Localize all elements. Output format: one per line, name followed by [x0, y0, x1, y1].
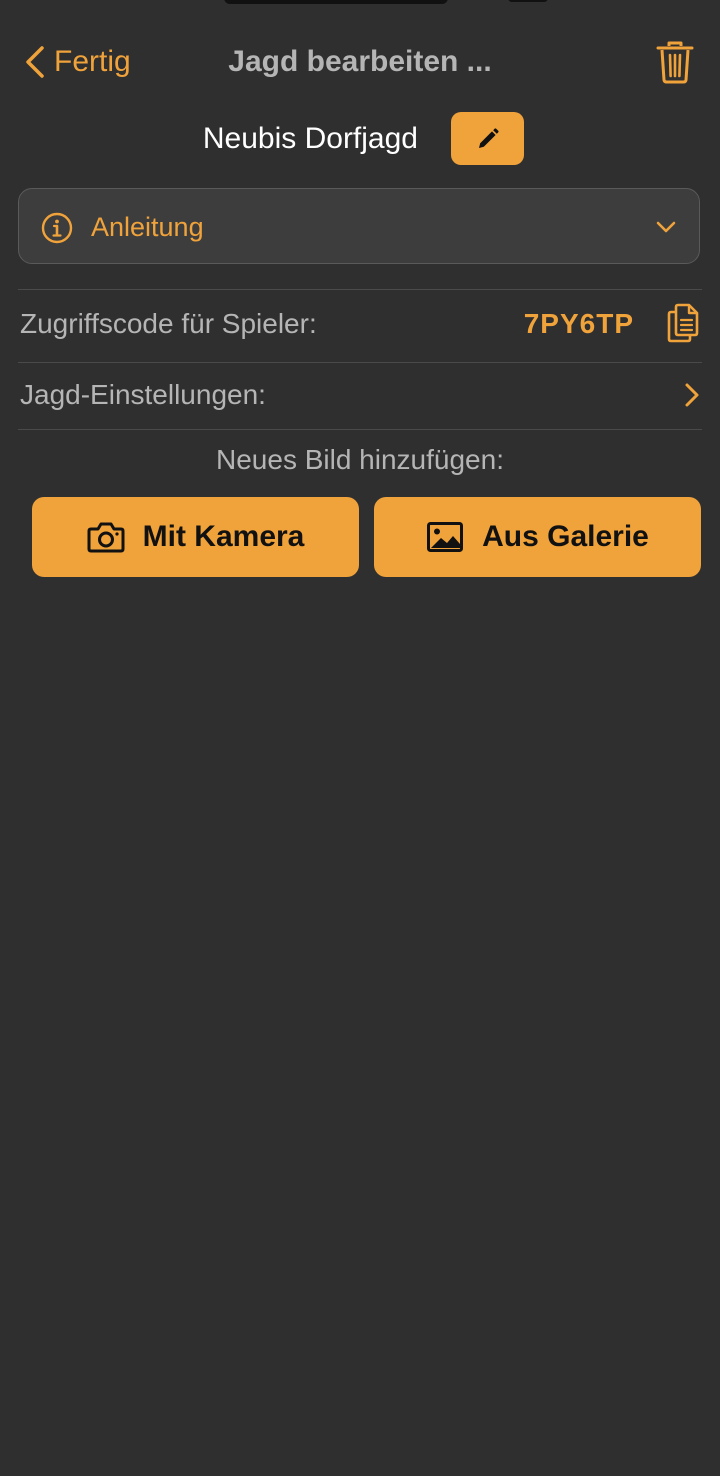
chevron-down-icon [656, 221, 676, 233]
add-image-label: Neues Bild hinzufügen: [216, 444, 504, 475]
device-notch [224, 0, 448, 4]
back-button[interactable]: Fertig [24, 38, 131, 86]
back-button-label: Fertig [54, 45, 131, 78]
camera-button-label: Mit Kamera [142, 520, 305, 553]
edit-hunt-screen: Fertig Jagd bearbeiten ... Neubis Dorfja… [0, 0, 720, 1476]
gallery-button-label: Aus Galerie [482, 520, 649, 553]
trash-icon[interactable] [656, 40, 694, 84]
hunt-settings-row[interactable]: Jagd-Einstellungen: [18, 362, 702, 428]
edit-name-button[interactable] [451, 112, 524, 165]
camera-button[interactable]: Mit Kamera [32, 497, 359, 577]
device-sensor [508, 0, 548, 2]
chevron-left-icon [26, 46, 44, 78]
hunt-name-row: Neubis Dorfjagd [0, 112, 720, 166]
instructions-disclosure[interactable]: Anleitung [18, 188, 700, 264]
camera-icon [87, 522, 125, 553]
access-code-row: Zugriffscode für Spieler: 7PY6TP [18, 291, 702, 357]
access-code-value: 7PY6TP [523, 308, 634, 339]
chevron-right-icon [685, 383, 699, 407]
divider [18, 429, 702, 430]
copy-icon[interactable] [666, 303, 700, 343]
divider [18, 289, 702, 290]
access-code-label: Zugriffscode für Spieler: [20, 308, 317, 339]
info-icon [41, 212, 73, 244]
image-icon [427, 522, 464, 552]
gallery-button[interactable]: Aus Galerie [374, 497, 701, 577]
hunt-name: Neubis Dorfjagd [202, 122, 418, 155]
page-title: Jagd bearbeiten ... [228, 45, 492, 78]
hunt-settings-label: Jagd-Einstellungen: [20, 379, 266, 410]
pencil-icon [478, 127, 499, 148]
instructions-label: Anleitung [91, 212, 204, 242]
